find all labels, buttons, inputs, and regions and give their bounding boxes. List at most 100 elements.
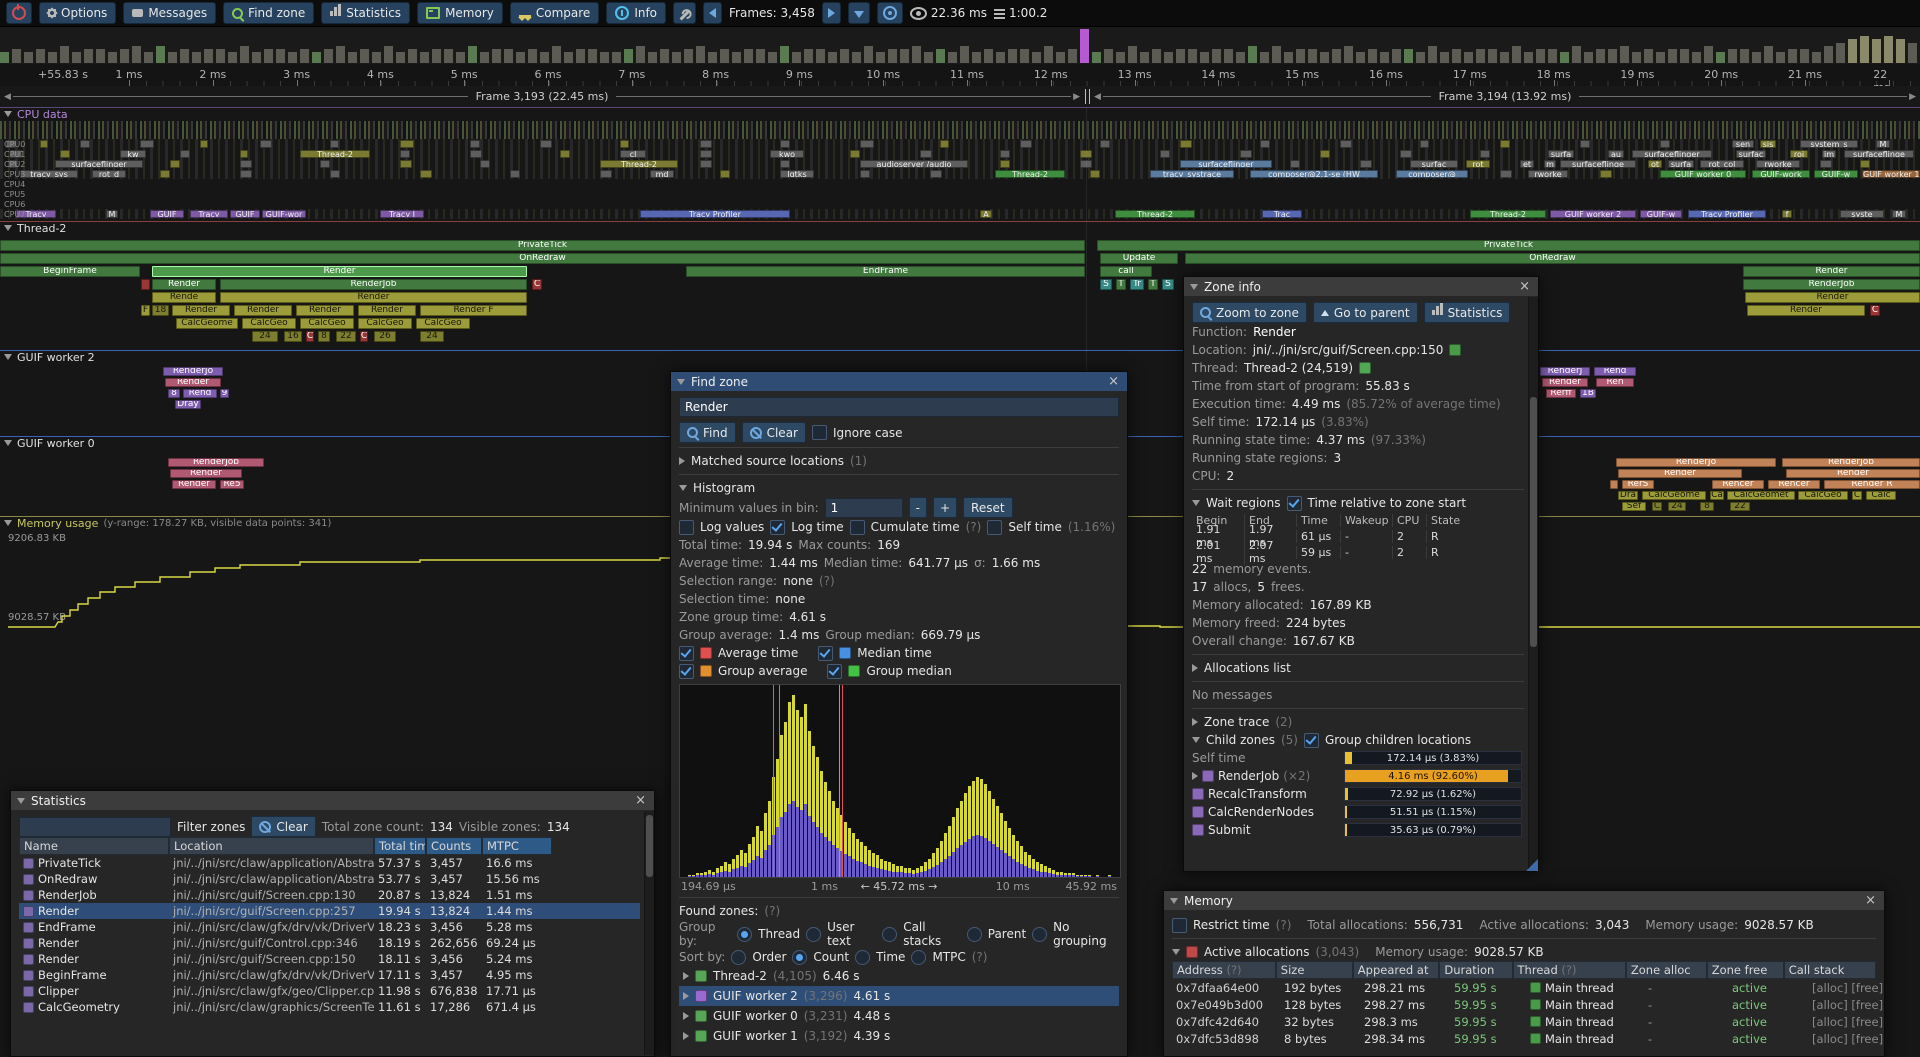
log-values-checkbox[interactable] [679,520,694,535]
timeline-zone[interactable]: Re5 [220,480,244,489]
cpu-segment[interactable] [560,150,570,158]
allocation-row[interactable]: 0x7dfaa64e00192 bytes298.21 ms59.95 sMai… [1172,979,1876,996]
next-frame-button[interactable] [822,2,841,24]
frame-bar[interactable] [780,46,789,63]
cpu-segment[interactable]: GUIF-w [1814,170,1858,178]
cpu-segment[interactable] [330,170,340,178]
cpu-segment[interactable]: Tracy Profiler [1688,210,1766,218]
frame-bar[interactable] [624,49,633,63]
cpu-segment[interactable] [160,170,170,178]
timeline-zone[interactable]: S [1100,279,1112,290]
allocation-row[interactable]: 0x7e049b3d00128 bytes298.27 ms59.95 sMai… [1172,996,1876,1013]
cpu-segment[interactable] [1100,140,1110,148]
cpu-segment[interactable]: Thread-2 [995,170,1065,178]
timeline-zone[interactable]: RenderJob [1743,279,1920,290]
frame-bar[interactable] [444,49,453,63]
cpu-segment[interactable] [240,150,248,158]
frame-bar[interactable] [1824,46,1833,63]
cpu-segment[interactable]: au [1608,150,1624,158]
frame-bar[interactable] [1476,49,1485,63]
frame-bar[interactable] [216,49,225,63]
memory-button[interactable]: Memory [417,2,503,24]
timeline-zone[interactable]: CalcGeo [416,318,470,329]
group-by-radio[interactable] [737,927,752,942]
timeline-zone[interactable]: Render R [1824,480,1920,489]
wait-region-row[interactable]: 2.01 ms2.07 ms59 µs-2R [1192,544,1524,560]
timeline-zone[interactable]: Tr [1130,279,1144,290]
column-header[interactable]: Appeared at [1353,961,1440,979]
column-header[interactable]: CPU [1392,514,1426,527]
cpu-segment[interactable] [330,140,339,148]
min-bin-input[interactable] [825,498,903,518]
cpu-segment[interactable]: Thread-2 [1470,210,1546,218]
cpu-segment[interactable] [1500,170,1512,178]
statistics-button[interactable]: Statistics [321,2,410,24]
frame-bar[interactable] [1692,52,1701,63]
frame-bar[interactable] [732,52,741,63]
close-icon[interactable]: × [1517,280,1532,293]
collapse-icon[interactable] [677,379,685,385]
frame-bar[interactable] [1140,52,1149,63]
frame-bar[interactable] [24,52,33,63]
frame-bar[interactable] [1080,29,1089,63]
expand-icon[interactable] [1192,772,1198,780]
timeline-zone[interactable]: C [306,331,314,342]
frame-bar[interactable] [1716,52,1725,63]
frame-bar[interactable] [612,52,621,63]
cpu-segment[interactable] [1480,150,1490,158]
frame-bar[interactable] [1332,49,1341,63]
frame-bar[interactable] [432,49,441,63]
group-by-radio[interactable] [967,927,982,942]
frame-bar[interactable] [1008,49,1017,63]
legend-checkbox[interactable] [818,646,833,661]
column-header[interactable]: Zone free [1707,961,1784,979]
cpu-segment[interactable] [1500,140,1510,148]
column-header[interactable]: Thread (?) [1513,961,1626,979]
frame-bar[interactable] [672,52,681,63]
frame-bar[interactable] [1704,46,1713,63]
timeline-zone[interactable]: CalcGeome [176,318,238,329]
resize-grip[interactable] [1526,859,1538,871]
cpu-segment[interactable]: M [1892,210,1906,218]
child-zone-row[interactable]: Self time172.14 µs (3.83%) [1192,749,1524,767]
frame-bar[interactable] [312,52,321,63]
frame-bar[interactable] [1188,49,1197,63]
find-zone-button[interactable]: Find zone [223,2,314,24]
cpu-segment[interactable] [400,150,410,158]
zoom-menu-button[interactable] [848,2,870,24]
frame-bar[interactable] [348,52,357,63]
messages-button[interactable]: Messages [123,2,216,24]
frame-bar[interactable] [1260,52,1269,63]
statistics-row[interactable]: Clipperjni/../jni/src/claw/gfx/geo/Clipp… [19,983,640,999]
cpu-segment[interactable]: m [1544,160,1556,168]
cpu-segment[interactable]: GUIF [230,210,260,218]
frame-bar[interactable] [132,46,141,63]
frame-bar[interactable] [1896,39,1905,63]
cpu-segment[interactable]: f [1782,210,1792,218]
bin-minus-button[interactable]: - [909,497,927,518]
cpu-segment[interactable] [1340,140,1352,148]
frame-bar[interactable] [1344,46,1353,63]
cpu-segment[interactable]: tracy_systrace [1150,170,1234,178]
cpu-segment[interactable] [1660,140,1670,148]
frame-bar[interactable] [1200,52,1209,63]
time-relative-checkbox[interactable] [1287,496,1302,511]
timeline-zone[interactable]: RenderJo [1616,458,1776,467]
group-by-radio[interactable] [882,927,897,942]
frame-bar[interactable] [1548,49,1557,63]
frame-bar[interactable] [12,49,21,63]
sort-by-radio[interactable] [792,950,807,965]
frame-bar[interactable] [1392,49,1401,63]
timeline-zone[interactable]: CalcGeo [242,318,296,329]
cpu-segment[interactable] [180,150,190,158]
cpu-segment[interactable]: rworke [1528,170,1568,178]
frame-bar[interactable] [1848,39,1857,63]
frame-bar[interactable] [1032,52,1041,63]
wait-regions-toggle[interactable]: Wait regions Time relative to zone start [1192,494,1524,512]
frame-bar[interactable] [1092,52,1101,63]
frame-bar[interactable] [840,49,849,63]
cpu-data-section[interactable]: CPU data [0,107,1920,121]
frame-bar[interactable] [408,49,417,63]
cpu-segment[interactable]: composer@ [1396,170,1468,178]
cpu-segment[interactable]: surfaceflinger [1632,150,1712,158]
